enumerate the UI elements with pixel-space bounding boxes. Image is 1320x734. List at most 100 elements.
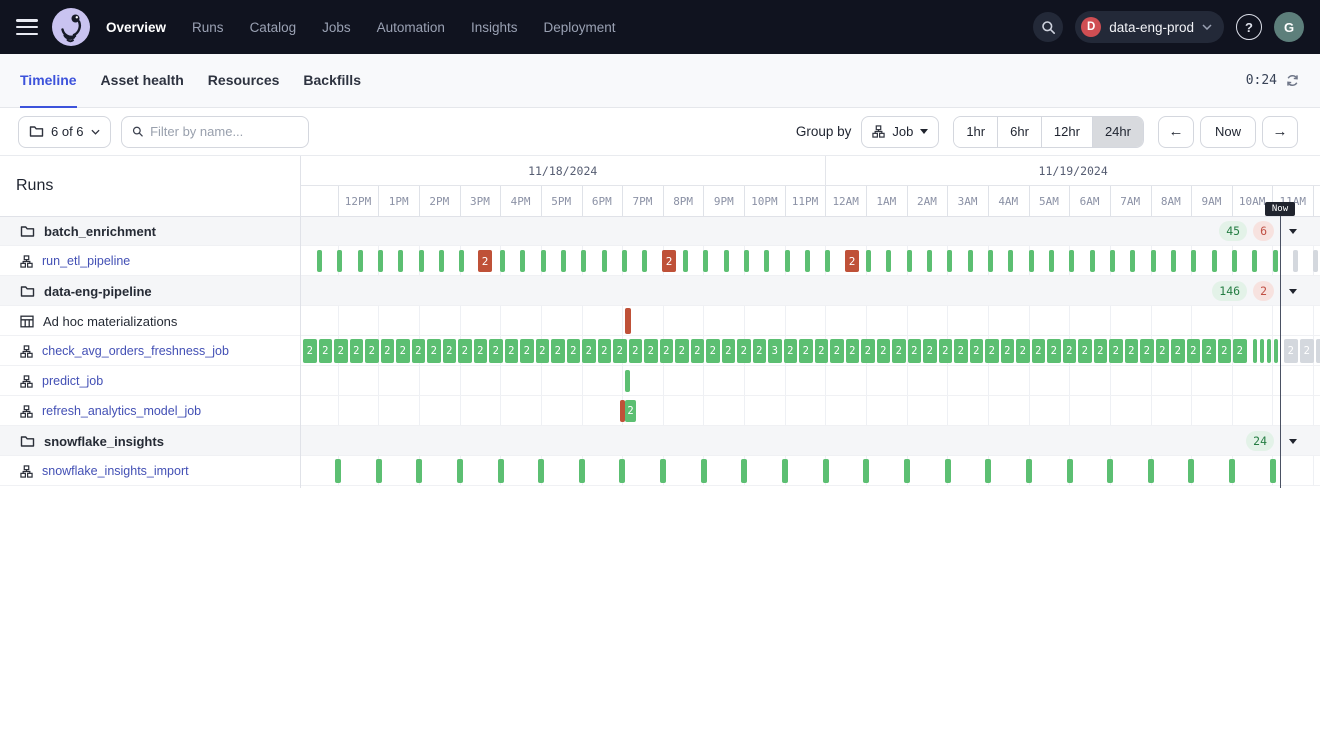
run-mark-tick-success[interactable]	[1029, 250, 1034, 272]
run-mark-tick-success[interactable]	[1110, 250, 1115, 272]
run-mark-box-success[interactable]: 2	[1202, 339, 1216, 363]
run-mark-tick-success[interactable]	[317, 250, 322, 272]
run-mark-box-success[interactable]: 2	[1233, 339, 1247, 363]
run-mark-tick-success[interactable]	[1090, 250, 1095, 272]
run-mark-tick-success[interactable]	[985, 459, 991, 483]
run-mark-tick-success[interactable]	[1008, 250, 1013, 272]
run-mark-tick-success[interactable]	[1107, 459, 1113, 483]
run-mark-tick-success[interactable]	[1212, 250, 1217, 272]
tab-backfills[interactable]: Backfills	[303, 55, 361, 108]
group-row[interactable]: snowflake_insights24	[0, 426, 1320, 456]
run-mark-tick-success[interactable]	[1151, 250, 1156, 272]
nav-automation[interactable]: Automation	[377, 20, 445, 35]
run-mark-tick-success[interactable]	[1049, 250, 1054, 272]
run-mark-tick-success[interactable]	[866, 250, 871, 272]
run-mark-box-success[interactable]: 2	[737, 339, 751, 363]
run-mark-box-success[interactable]: 2	[1125, 339, 1139, 363]
run-mark-tick-success[interactable]	[498, 459, 504, 483]
run-mark-box-success[interactable]: 2	[520, 339, 534, 363]
help-button[interactable]: ?	[1236, 14, 1262, 40]
run-mark-tick-success[interactable]	[823, 459, 829, 483]
run-mark-tick-success[interactable]	[1267, 339, 1271, 363]
run-mark-tick-success[interactable]	[785, 250, 790, 272]
run-mark-tick-success[interactable]	[622, 250, 627, 272]
run-mark-tick-success[interactable]	[660, 459, 666, 483]
run-mark-tick-success[interactable]	[335, 459, 341, 483]
run-mark-tick-success[interactable]	[927, 250, 932, 272]
page-forward-button[interactable]: →	[1262, 116, 1298, 148]
run-mark-box-success[interactable]: 2	[350, 339, 364, 363]
run-mark-box-success[interactable]: 2	[799, 339, 813, 363]
run-mark-box-success[interactable]: 2	[830, 339, 844, 363]
run-mark-tick-success[interactable]	[619, 459, 625, 483]
run-mark-box-success[interactable]: 2	[1063, 339, 1077, 363]
run-mark-box-success[interactable]: 2	[1187, 339, 1201, 363]
run-mark-box-success[interactable]: 2	[706, 339, 720, 363]
run-mark-box-fail[interactable]: 2	[662, 250, 676, 272]
run-mark-tick-success[interactable]	[398, 250, 403, 272]
run-mark-tick-success[interactable]	[825, 250, 830, 272]
run-mark-tick-success[interactable]	[1130, 250, 1135, 272]
run-mark-tick-success[interactable]	[741, 459, 747, 483]
run-mark-box-success[interactable]: 2	[381, 339, 395, 363]
run-mark-box-success[interactable]: 2	[892, 339, 906, 363]
run-mark-tick-success[interactable]	[683, 250, 688, 272]
now-button[interactable]: Now	[1200, 116, 1256, 148]
run-mark-box-success[interactable]: 2	[613, 339, 627, 363]
run-mark-box-success[interactable]: 2	[1218, 339, 1232, 363]
tab-asset-health[interactable]: Asset health	[101, 55, 184, 108]
run-mark-box-success[interactable]: 2	[1094, 339, 1108, 363]
page-back-button[interactable]: ←	[1158, 116, 1194, 148]
run-mark-box-success[interactable]: 2	[303, 339, 317, 363]
run-mark-tick-success[interactable]	[457, 459, 463, 483]
filter-by-name-input[interactable]	[150, 124, 297, 139]
run-mark-tick-success[interactable]	[642, 250, 647, 272]
run-mark-tick-success[interactable]	[1171, 250, 1176, 272]
run-mark-tick-success[interactable]	[1191, 250, 1196, 272]
run-mark-box-success[interactable]: 2	[625, 400, 636, 422]
run-mark-box-success[interactable]: 2	[644, 339, 658, 363]
range-1hr[interactable]: 1hr	[954, 117, 997, 147]
run-mark-box-success[interactable]: 2	[427, 339, 441, 363]
run-mark-box-success[interactable]: 2	[722, 339, 736, 363]
run-mark-tick-success[interactable]	[1252, 250, 1257, 272]
nav-jobs[interactable]: Jobs	[322, 20, 351, 35]
run-mark-tick-success[interactable]	[744, 250, 749, 272]
run-mark-tick-success[interactable]	[1148, 459, 1154, 483]
run-mark-tick-success[interactable]	[1229, 459, 1235, 483]
search-button[interactable]	[1033, 12, 1063, 42]
run-mark-tick-success[interactable]	[988, 250, 993, 272]
run-mark-box-success[interactable]: 2	[1171, 339, 1185, 363]
run-mark-box-success[interactable]: 2	[1109, 339, 1123, 363]
run-mark-box-success[interactable]: 2	[939, 339, 953, 363]
row-name[interactable]: run_etl_pipeline	[42, 254, 130, 268]
run-mark-tick-success[interactable]	[805, 250, 810, 272]
run-mark-tick-success[interactable]	[1069, 250, 1074, 272]
run-mark-box-success[interactable]: 2	[1016, 339, 1030, 363]
run-mark-box-success[interactable]: 2	[846, 339, 860, 363]
run-mark-box-success[interactable]: 2	[1140, 339, 1154, 363]
nav-deployment[interactable]: Deployment	[543, 20, 615, 35]
run-mark-box-success[interactable]: 2	[1078, 339, 1092, 363]
run-mark-box-future[interactable]: 2	[1300, 339, 1314, 363]
run-mark-tick-success[interactable]	[538, 459, 544, 483]
run-mark-box-success[interactable]: 2	[1156, 339, 1170, 363]
run-mark-box-success[interactable]: 2	[675, 339, 689, 363]
run-mark-tick-success[interactable]	[701, 459, 707, 483]
run-mark-box-success[interactable]: 2	[458, 339, 472, 363]
run-mark-box-success[interactable]: 2	[691, 339, 705, 363]
run-mark-tick-success[interactable]	[904, 459, 910, 483]
group-row[interactable]: data-eng-pipeline1462	[0, 276, 1320, 306]
run-mark-box-success[interactable]: 2	[319, 339, 333, 363]
run-mark-box-success[interactable]: 2	[536, 339, 550, 363]
run-mark-box-success[interactable]: 2	[1001, 339, 1015, 363]
run-mark-tick-future[interactable]	[1293, 250, 1298, 272]
nav-insights[interactable]: Insights	[471, 20, 518, 35]
run-mark-tick-success[interactable]	[500, 250, 505, 272]
run-mark-box-success[interactable]: 2	[582, 339, 596, 363]
run-mark-box-success[interactable]: 2	[1032, 339, 1046, 363]
run-mark-box-success[interactable]: 2	[365, 339, 379, 363]
run-mark-box-success[interactable]: 3	[768, 339, 782, 363]
menu-icon[interactable]	[16, 19, 38, 35]
run-mark-tick-success[interactable]	[1273, 250, 1278, 272]
